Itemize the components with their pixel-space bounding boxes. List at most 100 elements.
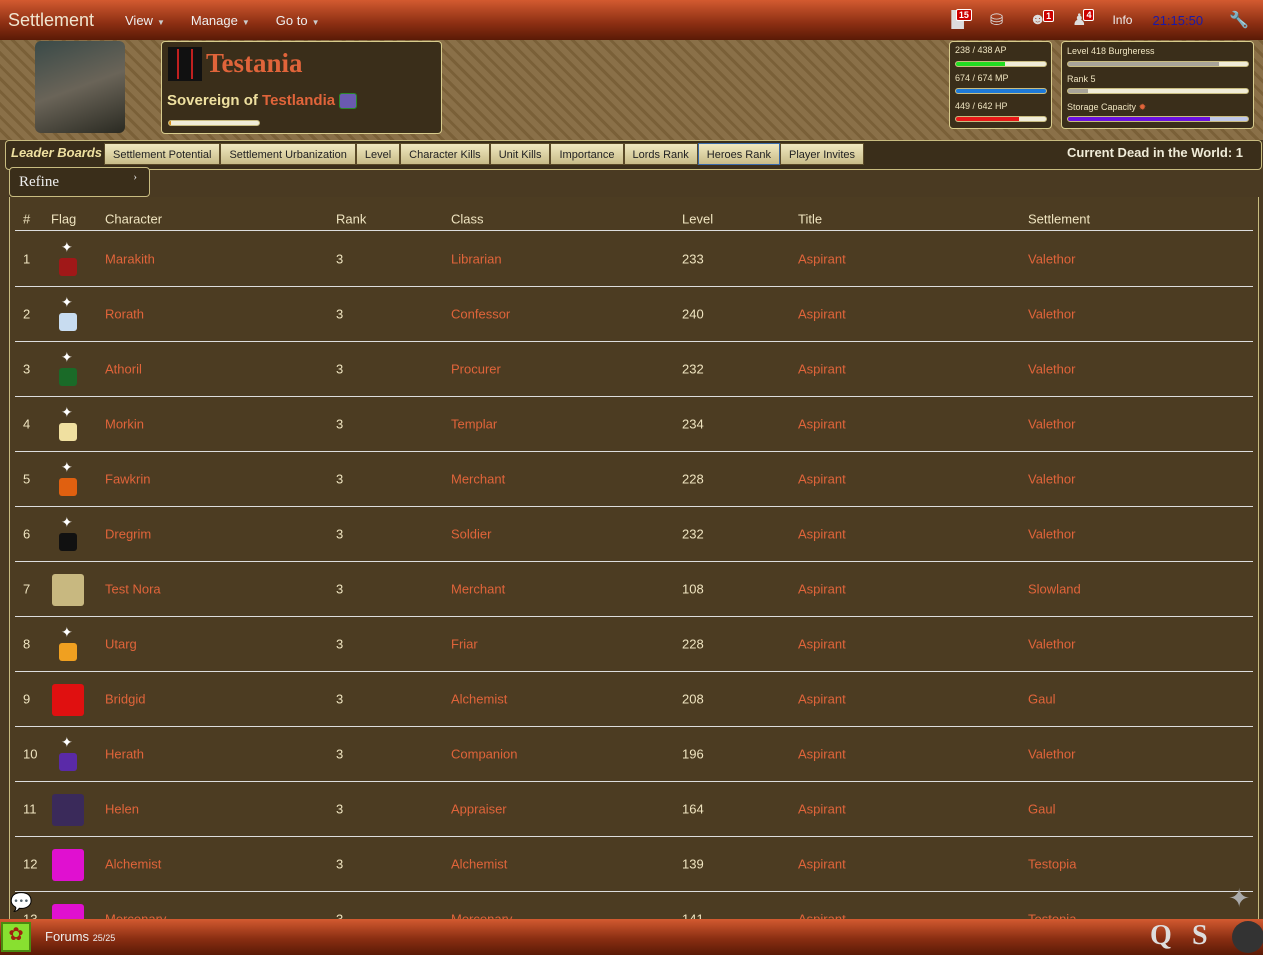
- menu-manage[interactable]: Manage ▼: [191, 13, 250, 28]
- cell-settlement[interactable]: Valethor: [1028, 747, 1075, 762]
- emblem-icon: [52, 794, 84, 826]
- flag-red-shield-icon[interactable]: ✦: [52, 240, 84, 280]
- flag-blue-banner-icon[interactable]: ✦: [52, 295, 84, 335]
- cell-settlement[interactable]: Testopia: [1028, 857, 1076, 872]
- emblem-icon: [59, 533, 77, 551]
- column-header-flag[interactable]: Flag: [51, 211, 76, 226]
- flag-magenta-flower-icon[interactable]: [52, 845, 84, 885]
- cell-settlement[interactable]: Testonia: [1028, 912, 1076, 920]
- menu-label: View: [125, 12, 153, 28]
- column-header-character[interactable]: Character: [105, 211, 162, 226]
- flag-green-circle-icon[interactable]: ✦: [52, 350, 84, 390]
- column-header-level[interactable]: Level: [682, 211, 713, 226]
- s-button[interactable]: S: [1192, 920, 1208, 952]
- cell-settlement[interactable]: Gaul: [1028, 692, 1055, 707]
- star-icon: ✦: [61, 734, 73, 750]
- cell-level: 141: [682, 911, 704, 920]
- cell-settlement[interactable]: Valethor: [1028, 637, 1075, 652]
- wrench-icon[interactable]: 🔧: [1229, 10, 1249, 30]
- realm-link[interactable]: Testlandia: [262, 92, 335, 109]
- menu-goto[interactable]: Go to ▼: [276, 13, 320, 28]
- tab-character-kills[interactable]: Character Kills: [400, 143, 490, 165]
- table-row: 12 Alchemist 3 Alchemist 139 Aspirant Testopia: [15, 837, 1253, 892]
- cell-settlement[interactable]: Valethor: [1028, 362, 1075, 377]
- flag-red-brick-dark-icon[interactable]: [52, 790, 84, 830]
- mp-label: 674 / 674 MP: [955, 73, 1009, 83]
- cell-settlement[interactable]: Valethor: [1028, 527, 1075, 542]
- masks-icon[interactable]: ☻ 1: [1029, 10, 1055, 29]
- cell-character[interactable]: Dregrim: [105, 527, 151, 542]
- settlement-title[interactable]: Settlement: [8, 10, 125, 31]
- cell-settlement[interactable]: Valethor: [1028, 307, 1075, 322]
- tab-heroes-rank[interactable]: Heroes Rank: [697, 143, 780, 165]
- level-bar: [1067, 61, 1249, 67]
- cell-n: 2: [23, 306, 31, 322]
- caret-down-icon: ▼: [156, 17, 165, 27]
- cell-level: 232: [682, 526, 704, 542]
- tab-importance[interactable]: Importance: [550, 143, 624, 165]
- tab-lords-rank[interactable]: Lords Rank: [623, 143, 698, 165]
- cell-settlement[interactable]: Valethor: [1028, 472, 1075, 487]
- cell-character[interactable]: Athoril: [105, 362, 142, 377]
- compass-icon[interactable]: ✦: [1228, 883, 1250, 914]
- flag-flag-button-icon[interactable]: [52, 570, 84, 610]
- cell-character[interactable]: Alchemist: [105, 857, 161, 872]
- forums-label: Forums: [45, 929, 90, 944]
- cell-class: Soldier: [451, 526, 492, 542]
- flag-purple-cross-icon[interactable]: ✦: [52, 735, 84, 775]
- bottom-bar: ✿ Forums 25/25 Q S: [0, 919, 1263, 955]
- star-icon: ✦: [61, 239, 73, 255]
- cell-settlement[interactable]: Valethor: [1028, 252, 1075, 267]
- cell-character[interactable]: Herath: [105, 747, 144, 762]
- plant-icon[interactable]: ✿: [1, 922, 31, 952]
- column-header-number[interactable]: #: [23, 211, 30, 226]
- cell-character[interactable]: Bridgid: [105, 692, 145, 707]
- column-header-rank[interactable]: Rank: [336, 211, 366, 226]
- cell-character[interactable]: Utarg: [105, 637, 137, 652]
- tab-settlement-potential[interactable]: Settlement Potential: [104, 143, 221, 165]
- cell-character[interactable]: Helen: [105, 802, 139, 817]
- cell-character[interactable]: Mercenary: [105, 912, 166, 920]
- cell-rank: 3: [336, 746, 344, 762]
- flag-moon-pennant-icon[interactable]: ✦: [52, 405, 84, 445]
- tab-settlement-urbanization[interactable]: Settlement Urbanization: [220, 143, 356, 165]
- cell-character[interactable]: Fawkrin: [105, 472, 151, 487]
- forums-link[interactable]: Forums 25/25: [45, 929, 115, 944]
- column-header-class[interactable]: Class: [451, 211, 484, 226]
- cell-title: Aspirant: [798, 746, 846, 762]
- rank-bar: [1067, 88, 1249, 94]
- emblem-icon: [52, 574, 84, 606]
- tab-unit-kills[interactable]: Unit Kills: [489, 143, 551, 165]
- coins-icon[interactable]: ⛁: [990, 10, 1003, 30]
- tab-player-invites[interactable]: Player Invites: [779, 143, 865, 165]
- cell-settlement[interactable]: Slowland: [1028, 582, 1081, 597]
- cell-settlement[interactable]: Gaul: [1028, 802, 1055, 817]
- cell-rank: 3: [336, 691, 344, 707]
- cell-settlement[interactable]: Valethor: [1028, 417, 1075, 432]
- flag-magenta-flower-icon[interactable]: [52, 900, 84, 919]
- cell-character[interactable]: Test Nora: [105, 582, 161, 597]
- menu-view[interactable]: View ▼: [125, 13, 165, 28]
- refine-button[interactable]: Refine ›: [9, 167, 150, 197]
- flag-orange-cross-icon[interactable]: ✦: [52, 625, 84, 665]
- flag-cross-pennant-icon[interactable]: ✦: [52, 515, 84, 555]
- column-header-settlement[interactable]: Settlement: [1028, 211, 1090, 226]
- avatar[interactable]: [35, 41, 125, 133]
- q-button[interactable]: Q: [1150, 920, 1172, 952]
- cell-character[interactable]: Morkin: [105, 417, 144, 432]
- cell-title: Aspirant: [798, 306, 846, 322]
- flag-scales-circle-icon[interactable]: ✦: [52, 460, 84, 500]
- cell-character[interactable]: Marakith: [105, 252, 155, 267]
- character-name[interactable]: Testania: [206, 48, 303, 79]
- cell-class: Appraiser: [451, 801, 507, 817]
- status-orb[interactable]: [1232, 921, 1263, 953]
- column-header-title[interactable]: Title: [798, 211, 822, 226]
- tab-level[interactable]: Level: [355, 143, 401, 165]
- chat-icon[interactable]: 💬: [10, 892, 32, 913]
- info-link[interactable]: Info: [1112, 13, 1132, 27]
- cell-character[interactable]: Rorath: [105, 307, 144, 322]
- storage-text: Storage Capacity: [1067, 102, 1137, 112]
- flag-red-brick-icon[interactable]: [52, 680, 84, 720]
- buildings-icon[interactable]: ▙15: [952, 9, 972, 30]
- bust-icon[interactable]: ♟ 4: [1072, 9, 1095, 30]
